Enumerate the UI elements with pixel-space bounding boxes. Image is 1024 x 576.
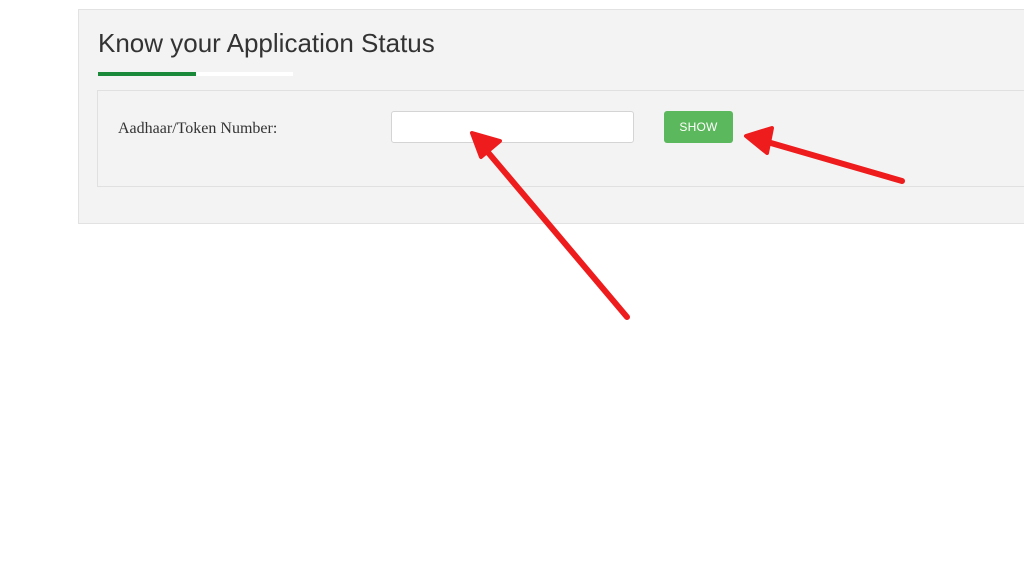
title-underline-accent [98,72,196,76]
aadhaar-token-input[interactable] [391,111,634,143]
aadhaar-token-label: Aadhaar/Token Number: [118,120,278,137]
page-title: Know your Application Status [98,28,435,58]
status-form: Aadhaar/Token Number: SHOW [97,90,1024,187]
title-underline [98,72,293,76]
application-status-panel: Know your Application Status Aadhaar/Tok… [78,9,1024,224]
show-button[interactable]: SHOW [664,111,733,143]
